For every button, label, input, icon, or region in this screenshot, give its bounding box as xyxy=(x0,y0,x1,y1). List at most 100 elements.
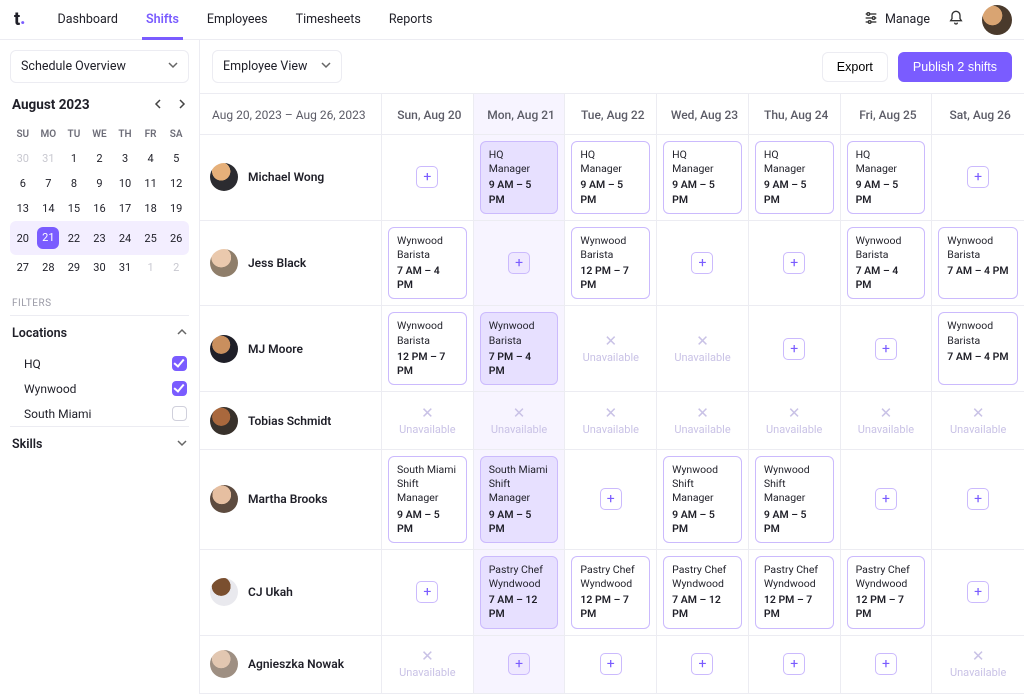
shift-card[interactable]: WynwoodBarista7 AM – 4 PM xyxy=(388,227,467,300)
skills-header[interactable]: Skills xyxy=(10,427,189,462)
shift-card[interactable]: HQManager9 AM – 5 PM xyxy=(755,141,834,214)
location-checkbox[interactable] xyxy=(172,356,187,371)
nav-dashboard[interactable]: Dashboard xyxy=(44,0,132,40)
add-shift-button[interactable]: + xyxy=(875,653,897,675)
schedule-select[interactable]: Schedule Overview xyxy=(10,50,189,83)
calendar-day[interactable]: 11 xyxy=(138,171,164,196)
shift-card[interactable]: Pastry ChefWyndwood12 PM – 7 PM xyxy=(571,556,650,629)
calendar-day[interactable]: 25 xyxy=(138,221,164,255)
shift-card[interactable]: WynwoodShift Manager9 AM – 5 PM xyxy=(663,456,742,543)
add-shift-button[interactable]: + xyxy=(875,488,897,510)
employee-cell[interactable]: Martha Brooks xyxy=(200,450,382,550)
shift-card[interactable]: South MiamiShift Manager9 AM – 5 PM xyxy=(388,456,467,543)
calendar-day[interactable]: 18 xyxy=(138,196,164,221)
calendar-day[interactable]: 13 xyxy=(10,196,36,221)
calendar-day[interactable]: 29 xyxy=(61,255,87,280)
add-shift-button[interactable]: + xyxy=(600,653,622,675)
publish-button[interactable]: Publish 2 shifts xyxy=(898,52,1012,82)
calendar-day[interactable]: 21 xyxy=(36,221,62,255)
calendar-day[interactable]: 16 xyxy=(87,196,113,221)
calendar-day[interactable]: 31 xyxy=(36,146,62,171)
location-checkbox[interactable] xyxy=(172,406,187,421)
employee-cell[interactable]: Jess Black xyxy=(200,221,382,307)
shift-card[interactable]: HQManager9 AM – 5 PM xyxy=(847,141,926,214)
shift-card[interactable]: WynwoodShift Manager9 AM – 5 PM xyxy=(755,456,834,543)
add-shift-button[interactable]: + xyxy=(600,488,622,510)
nav-reports[interactable]: Reports xyxy=(375,0,447,40)
calendar-next[interactable] xyxy=(177,98,187,113)
shift-card[interactable]: Pastry ChefWyndwood12 PM – 7 PM xyxy=(755,556,834,629)
calendar-day[interactable]: 28 xyxy=(36,255,62,280)
shift-card[interactable]: Pastry ChefWyndwood12 PM – 7 PM xyxy=(847,556,926,629)
calendar-day[interactable]: 8 xyxy=(61,171,87,196)
add-shift-button[interactable]: + xyxy=(875,338,897,360)
location-checkbox[interactable] xyxy=(172,381,187,396)
calendar-day[interactable]: 10 xyxy=(112,171,138,196)
shift-card[interactable]: WynwoodBarista12 PM – 7 PM xyxy=(571,227,650,300)
calendar-day[interactable]: 30 xyxy=(10,146,36,171)
calendar-day[interactable]: 9 xyxy=(87,171,113,196)
shift-card[interactable]: WynwoodBarista12 PM – 7 PM xyxy=(388,312,467,385)
add-shift-button[interactable]: + xyxy=(416,166,438,188)
nav-shifts[interactable]: Shifts xyxy=(132,0,193,40)
add-shift-button[interactable]: + xyxy=(783,653,805,675)
employee-cell[interactable]: MJ Moore xyxy=(200,306,382,392)
employee-cell[interactable]: Tobias Schmidt xyxy=(200,392,382,450)
nav-timesheets[interactable]: Timesheets xyxy=(282,0,375,40)
add-shift-button[interactable]: + xyxy=(783,252,805,274)
shift-card[interactable]: South MiamiShift Manager9 AM – 5 PM xyxy=(480,456,559,543)
calendar-day[interactable]: 30 xyxy=(87,255,113,280)
manage-link[interactable]: Manage xyxy=(863,10,930,30)
calendar-day[interactable]: 26 xyxy=(163,221,189,255)
add-shift-button[interactable]: + xyxy=(783,338,805,360)
add-shift-button[interactable]: + xyxy=(691,252,713,274)
calendar-day[interactable]: 3 xyxy=(112,146,138,171)
user-avatar[interactable] xyxy=(982,5,1012,35)
add-shift-button[interactable]: + xyxy=(967,488,989,510)
calendar-day[interactable]: 14 xyxy=(36,196,62,221)
add-shift-button[interactable]: + xyxy=(967,581,989,603)
location-item[interactable]: Wynwood xyxy=(10,376,189,401)
calendar-day[interactable]: 1 xyxy=(61,146,87,171)
calendar-day[interactable]: 23 xyxy=(87,221,113,255)
shift-card[interactable]: Pastry ChefWyndwood7 AM – 12 PM xyxy=(663,556,742,629)
shift-card[interactable]: WynwoodBarista7 AM – 4 PM xyxy=(938,312,1018,385)
calendar-day[interactable]: 7 xyxy=(36,171,62,196)
locations-header[interactable]: Locations xyxy=(10,316,189,351)
calendar-day[interactable]: 2 xyxy=(87,146,113,171)
bell-icon[interactable] xyxy=(948,10,964,30)
view-select[interactable]: Employee View xyxy=(212,50,342,83)
add-shift-button[interactable]: + xyxy=(691,653,713,675)
shift-card[interactable]: WynwoodBarista7 AM – 4 PM xyxy=(847,227,926,300)
nav-employees[interactable]: Employees xyxy=(193,0,282,40)
shift-card[interactable]: WynwoodBarista7 PM – 4 PM xyxy=(480,312,559,385)
calendar-day[interactable]: 6 xyxy=(10,171,36,196)
add-shift-button[interactable]: + xyxy=(967,166,989,188)
shift-card[interactable]: HQManager9 AM – 5 PM xyxy=(571,141,650,214)
location-item[interactable]: HQ xyxy=(10,351,189,376)
calendar-day[interactable]: 31 xyxy=(112,255,138,280)
calendar-day[interactable]: 17 xyxy=(112,196,138,221)
calendar-day[interactable]: 20 xyxy=(10,221,36,255)
calendar-day[interactable]: 19 xyxy=(163,196,189,221)
add-shift-button[interactable]: + xyxy=(508,653,530,675)
add-shift-button[interactable]: + xyxy=(416,581,438,603)
calendar-day[interactable]: 1 xyxy=(138,255,164,280)
calendar-day[interactable]: 5 xyxy=(163,146,189,171)
calendar-day[interactable]: 22 xyxy=(61,221,87,255)
employee-cell[interactable]: Agnieszka Nowak xyxy=(200,636,382,694)
calendar-day[interactable]: 27 xyxy=(10,255,36,280)
calendar-day[interactable]: 24 xyxy=(112,221,138,255)
calendar-day[interactable]: 15 xyxy=(61,196,87,221)
shift-card[interactable]: WynwoodBarista7 AM – 4 PM xyxy=(938,227,1018,300)
add-shift-button[interactable]: + xyxy=(508,252,530,274)
calendar-prev[interactable] xyxy=(153,98,163,113)
shift-card[interactable]: HQManager9 AM – 5 PM xyxy=(480,141,559,214)
export-button[interactable]: Export xyxy=(822,52,888,82)
employee-cell[interactable]: Michael Wong xyxy=(200,135,382,221)
shift-card[interactable]: HQManager9 AM – 5 PM xyxy=(663,141,742,214)
calendar-day[interactable]: 4 xyxy=(138,146,164,171)
employee-cell[interactable]: CJ Ukah xyxy=(200,550,382,636)
calendar-day[interactable]: 2 xyxy=(163,255,189,280)
location-item[interactable]: South Miami xyxy=(10,401,189,426)
